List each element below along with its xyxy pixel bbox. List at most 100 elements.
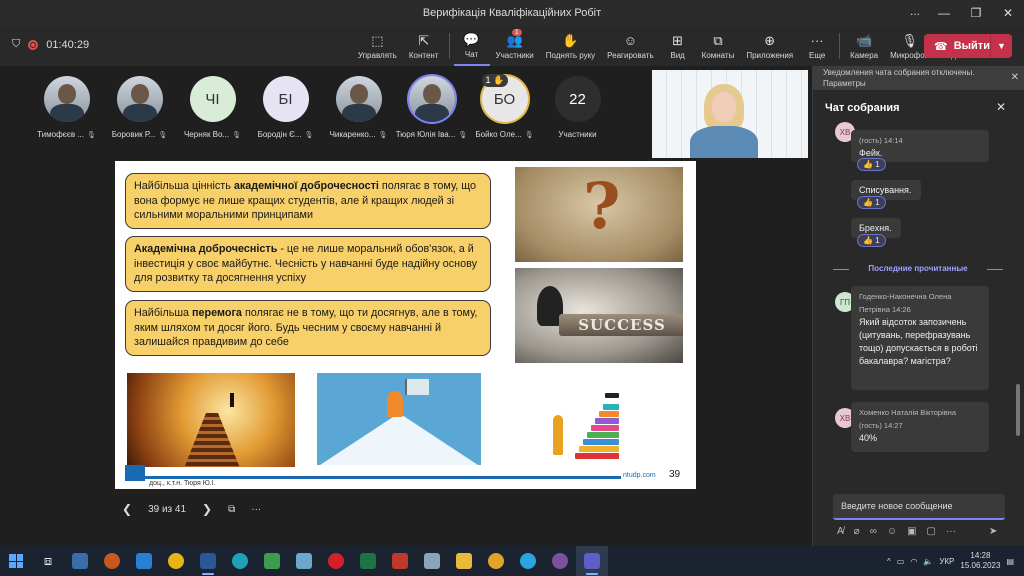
manage-button[interactable]: ⬚ Управлять [352,26,403,66]
notification-icon[interactable]: ▤ [1006,557,1014,566]
volume-icon[interactable]: 🔈 [923,557,933,566]
folder-icon[interactable] [448,546,480,576]
chrome-icon[interactable] [480,546,512,576]
avatar [43,76,90,122]
like-reaction[interactable]: 👍 1 [857,158,886,171]
more-icon[interactable]: ··· [946,526,956,537]
slide-text-box: Академічна доброчесність - це не лише мо… [125,236,491,292]
slide-author: доц., к.т.н. Тюря Ю.І. [149,480,216,487]
camera-button[interactable]: 📹 Камера [844,26,884,66]
share-tray-icon: ⬚ [371,32,384,48]
viber-icon[interactable] [544,546,576,576]
word-icon[interactable] [192,546,224,576]
video-tile[interactable] [652,70,808,158]
task-view-icon[interactable]: ⧈ [32,546,64,576]
window-controls: — ❐ ✕ [928,0,1024,26]
sync-slides-icon[interactable]: ⧉ [228,504,235,515]
rooms-icon: ⧉ [713,32,723,48]
calculator-icon[interactable] [64,546,96,576]
apps-button[interactable]: ⊕ Приложения [740,26,799,66]
telegram-icon[interactable] [512,546,544,576]
mic-muted-icon: 🎙 [158,131,168,139]
participant-tile[interactable]: Боровик Р... 🎙 [103,76,176,139]
raise-hand-button[interactable]: ✋ Поднять руку [540,26,601,66]
graduation-cap-icon [605,393,619,398]
battery-icon[interactable]: ▭ [897,557,905,566]
question-mark-image: ? [515,167,683,262]
close-icon[interactable]: ✕ [992,0,1024,26]
emoji-icon[interactable]: ☺ [887,526,897,537]
participant-tile[interactable]: Тюря Юлія Іва... 🎙 [395,76,468,139]
windows-start-icon[interactable] [0,546,32,576]
settings-link[interactable]: Параметры [823,78,1015,89]
edge-icon[interactable] [224,546,256,576]
norton-icon[interactable] [160,546,192,576]
app-icon[interactable] [96,546,128,576]
next-slide-button[interactable]: ❯ [202,502,212,516]
chat-message: Годенко-Наконечна Олена Петрівна 14:26 Я… [851,286,989,390]
chat-button[interactable]: 💬 Чат [453,26,490,66]
participant-tile[interactable]: Чикаренко... 🎙 [322,76,395,139]
notes-icon[interactable] [288,546,320,576]
wifi-icon[interactable]: ◠ [910,557,917,566]
rooms-button[interactable]: ⧉ Комнаты [696,26,741,66]
opera-icon[interactable] [320,546,352,576]
drive-icon[interactable] [256,546,288,576]
sticker-icon[interactable]: ▢ [927,526,936,537]
slide-text-box: Найбільша перемога полягає не в тому, що… [125,300,491,356]
restore-icon[interactable]: ❐ [960,0,992,26]
slide-footer-line [143,476,621,479]
close-icon[interactable]: ✕ [1011,72,1019,83]
loop-icon[interactable]: ∞ [870,526,877,537]
document-icon[interactable] [416,546,448,576]
leave-button[interactable]: ☎ Выйти ▼ [924,34,1012,58]
react-button[interactable]: ☺ Реагировать [601,26,659,66]
like-reaction[interactable]: 👍 1 [857,196,886,209]
participant-tile[interactable]: 22 Участники [541,76,614,139]
participant-name: Участники [558,130,597,139]
pdf-icon[interactable] [384,546,416,576]
participants-button[interactable]: 👥 1 Участники [490,26,540,66]
more-options-icon[interactable]: ··· [251,504,261,515]
close-chat-icon[interactable]: ✕ [996,100,1006,114]
clock[interactable]: 14:28 15.06.2023 [960,551,1000,571]
mic-muted-icon: 🎙 [304,131,314,139]
grid-icon: ⊞ [672,32,684,48]
meeting-toolbar: ⛉ 01:40:29 ⬚ Управлять ⇱ Контент 💬 Чат 👥 1 Уч… [0,26,1024,66]
slide-navigation: ❮ 39 из 41 ❯ ⧉ ··· [122,502,261,516]
slide-site: ntudp.com [623,472,656,479]
tray-chevron-icon[interactable]: ^ [887,557,891,566]
language-indicator[interactable]: УКР [939,557,954,566]
key-label: SUCCESS [559,314,683,336]
participant-tile[interactable]: БО 1 ✋ Бойко Оле... 🎙 [468,74,541,139]
chat-scrollbar[interactable] [1016,384,1020,436]
message-input[interactable]: Введите новое сообщение [833,494,1005,520]
gif-icon[interactable]: ▣ [907,526,916,537]
camera-icon: 📹 [856,32,873,48]
teams-icon[interactable] [576,546,608,576]
attach-icon[interactable]: ⌀ [854,526,860,537]
excel-icon[interactable] [352,546,384,576]
system-tray: ^ ▭ ◠ 🔈 УКР 14:28 15.06.2023 ▤ [887,546,1014,576]
participant-tile[interactable]: БІ Бородін Є... 🎙 [249,76,322,139]
avatar [408,76,455,122]
more-button[interactable]: ··· Еще [799,26,835,66]
video-person-body [690,126,758,158]
more-icon[interactable]: ... [910,4,920,18]
chevron-down-icon[interactable]: ▼ [990,34,1012,58]
like-reaction[interactable]: 👍 1 [857,234,886,247]
minimize-icon[interactable]: — [928,0,960,26]
chat-title: Чат собрания [825,102,900,114]
participant-tile[interactable]: Тимофєєв ... 🎙 [30,76,103,139]
send-icon[interactable]: ➤ [989,526,997,537]
mic-muted-icon: 🎙 [232,131,242,139]
content-button[interactable]: ⇱ Контент [403,26,445,66]
format-icon[interactable]: A̸ [837,526,844,537]
mail-icon[interactable] [128,546,160,576]
participant-tile[interactable]: ЧІ Черняк Во... 🎙 [176,76,249,139]
video-person-face [712,92,736,122]
participant-name: Черняк Во... [183,130,230,139]
slide-text-box: Найбільша цінність академічної доброчесн… [125,173,491,229]
view-button[interactable]: ⊞ Вид [660,26,696,66]
prev-slide-button[interactable]: ❮ [122,502,132,516]
